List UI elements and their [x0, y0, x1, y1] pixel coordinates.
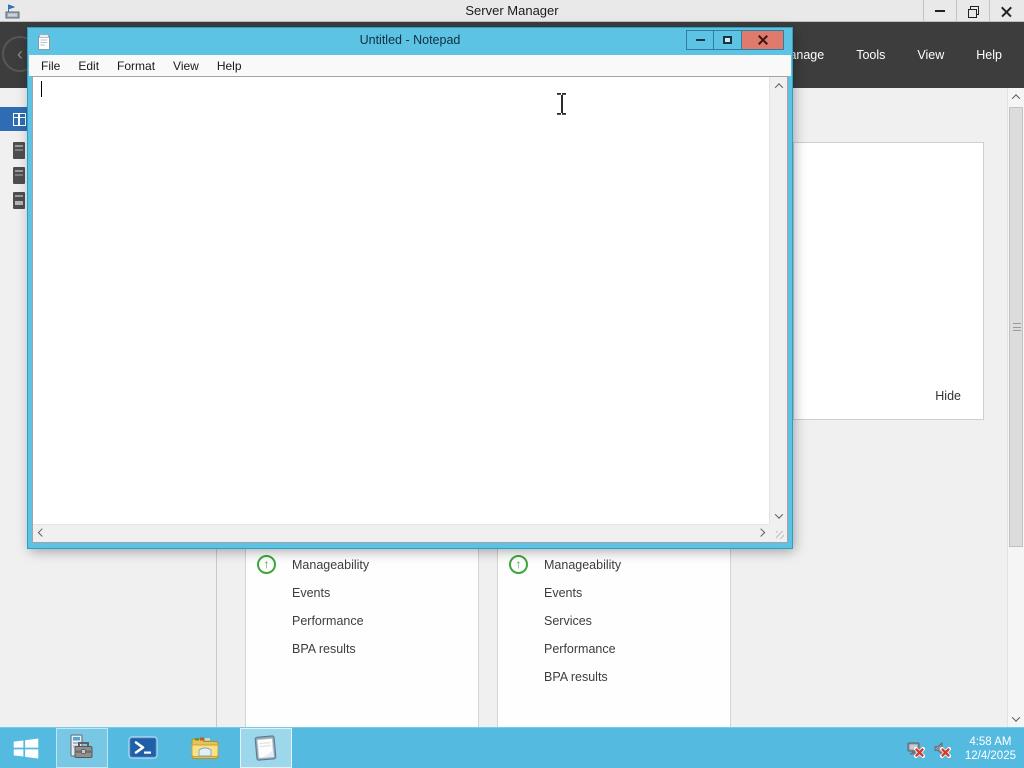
- notepad-horizontal-scrollbar[interactable]: [33, 524, 769, 542]
- taskbar-powershell-button[interactable]: [117, 728, 169, 768]
- tile1-events-link[interactable]: Events: [246, 579, 478, 607]
- minimize-icon: [935, 10, 945, 12]
- menu-help[interactable]: Help: [976, 48, 1002, 62]
- tile2-services-link[interactable]: Services: [498, 607, 730, 635]
- dashboard-icon: [13, 112, 26, 126]
- notepad-menu-edit[interactable]: Edit: [69, 59, 108, 73]
- close-icon: [1001, 6, 1012, 17]
- tile-row-label: Manageability: [292, 558, 370, 572]
- close-icon: [758, 35, 768, 45]
- chevron-up-icon: [1011, 93, 1021, 103]
- notepad-minimize-button[interactable]: [686, 30, 714, 50]
- storage-icon: [13, 191, 25, 209]
- server-manager-icon: [70, 734, 93, 758]
- scroll-down-button[interactable]: [770, 507, 787, 524]
- scrollbar-grip-icon: [1013, 323, 1021, 331]
- tile1-bpa-results-link[interactable]: BPA results: [246, 635, 478, 663]
- menu-view[interactable]: View: [917, 48, 944, 62]
- tile2-events-link[interactable]: Events: [498, 579, 730, 607]
- chevron-down-icon: [1011, 712, 1021, 722]
- server-manager-menubar: Manage Tools View Help: [779, 22, 1002, 88]
- close-button[interactable]: [989, 0, 1022, 22]
- notepad-titlebar[interactable]: Untitled - Notepad: [28, 28, 792, 55]
- minimize-button[interactable]: [923, 0, 956, 22]
- notepad-menubar: File Edit Format View Help: [29, 55, 791, 76]
- tile-row-label: Events: [544, 586, 583, 600]
- server-icon: [13, 141, 25, 159]
- servers-icon: [13, 166, 25, 184]
- desktop: Server Manager ‹ Manage Tools View Help: [0, 0, 1024, 768]
- taskbar-file-explorer-button[interactable]: [179, 728, 231, 768]
- clock-time: 4:58 AM: [969, 735, 1012, 748]
- tile1-manageability-link[interactable]: ↑ Manageability: [246, 551, 478, 579]
- taskbar: 4:58 AM 12/4/2025: [0, 727, 1024, 768]
- tile-row-label: Performance: [292, 614, 364, 628]
- window-title: Server Manager: [465, 3, 559, 18]
- tile-row-label: Events: [292, 586, 331, 600]
- restore-icon: [968, 6, 979, 18]
- chevron-down-icon: [774, 509, 783, 519]
- tile-row-label: Manageability: [544, 558, 622, 572]
- scroll-up-button[interactable]: [770, 77, 787, 94]
- hide-button[interactable]: Hide: [935, 389, 961, 403]
- tile-row-label: BPA results: [544, 670, 608, 684]
- menu-tools[interactable]: Tools: [856, 48, 885, 62]
- powershell-icon: [128, 736, 158, 759]
- tile2-performance-link[interactable]: Performance: [498, 635, 730, 663]
- file-explorer-icon: [191, 737, 219, 759]
- server-manager-scrollbar[interactable]: [1007, 88, 1024, 727]
- system-tray: 4:58 AM 12/4/2025: [907, 728, 1024, 768]
- status-up-circle-icon: ↑: [257, 555, 276, 574]
- start-button[interactable]: [0, 728, 52, 768]
- scrollbar-thumb[interactable]: [1009, 107, 1023, 547]
- minimize-icon: [695, 39, 705, 41]
- chevron-right-icon: [756, 527, 765, 537]
- tile2-manageability-link[interactable]: ↑ Manageability: [498, 551, 730, 579]
- notepad-menu-format[interactable]: Format: [108, 59, 164, 73]
- notepad-text-area[interactable]: [33, 77, 769, 524]
- scroll-up-button[interactable]: [1008, 88, 1024, 105]
- tile-row-label: BPA results: [292, 642, 356, 656]
- taskbar-clock[interactable]: 4:58 AM 12/4/2025: [959, 735, 1016, 763]
- welcome-tile-panel: Hide: [793, 142, 984, 420]
- tile2-bpa-results-link[interactable]: BPA results: [498, 663, 730, 691]
- tile-row-label: Services: [544, 614, 592, 628]
- notepad-close-button[interactable]: [742, 30, 784, 50]
- notepad-menu-help[interactable]: Help: [208, 59, 251, 73]
- chevron-up-icon: [774, 82, 783, 92]
- notepad-menu-file[interactable]: File: [32, 59, 69, 73]
- ibeam-cursor: [556, 93, 567, 115]
- status-up-circle-icon: ↑: [509, 555, 528, 574]
- restore-button[interactable]: [956, 0, 989, 22]
- tile1-performance-link[interactable]: Performance: [246, 607, 478, 635]
- scroll-right-button[interactable]: [752, 525, 769, 542]
- clock-date: 12/4/2025: [964, 749, 1016, 762]
- notepad-client-area: [32, 76, 788, 543]
- notepad-window: Untitled - Notepad File Edit Format View…: [27, 27, 793, 549]
- text-caret: [41, 81, 42, 97]
- windows-logo-icon: [13, 738, 39, 758]
- notepad-menu-view[interactable]: View: [164, 59, 208, 73]
- server-manager-titlebar[interactable]: Server Manager: [0, 0, 1024, 22]
- network-disconnected-icon[interactable]: [907, 740, 925, 758]
- chevron-left-icon: [37, 527, 46, 537]
- taskbar-server-manager-button[interactable]: [56, 728, 108, 768]
- volume-muted-icon[interactable]: [933, 740, 951, 758]
- notepad-window-title: Untitled - Notepad: [359, 33, 461, 47]
- resize-grip[interactable]: [769, 524, 787, 542]
- notepad-vertical-scrollbar[interactable]: [769, 77, 787, 524]
- maximize-icon: [723, 36, 732, 44]
- tile-row-label: Performance: [544, 642, 616, 656]
- scroll-left-button[interactable]: [33, 525, 50, 542]
- taskbar-notepad-button[interactable]: [240, 728, 292, 768]
- scroll-down-button[interactable]: [1008, 710, 1024, 727]
- notepad-icon: [254, 735, 277, 761]
- notepad-maximize-button[interactable]: [714, 30, 742, 50]
